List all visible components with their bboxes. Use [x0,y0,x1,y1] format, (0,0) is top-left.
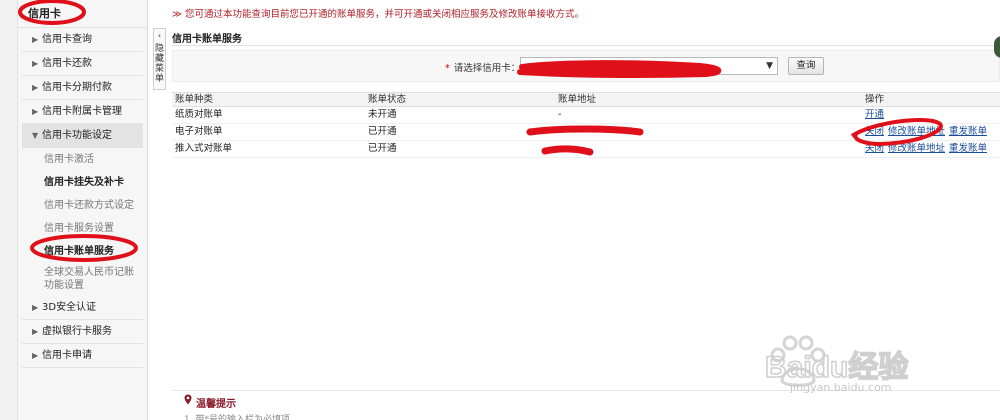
column-header: 账单状态 [365,92,555,107]
sidebar-item-3d-secure[interactable]: ▶ 3D安全认证 [22,296,143,320]
query-button[interactable]: 查询 [788,57,824,75]
triangle-right-icon: ▶ [32,83,39,92]
watermark-brand-text: Baidu经验 [765,350,908,384]
triangle-right-icon: ▶ [32,107,39,116]
query-bar: * 请选择信用卡： ▼ 查询 [172,50,1000,82]
sidebar-item-supplementary-card[interactable]: ▶ 信用卡附属卡管理 [22,100,143,124]
column-header: 账单地址 [555,92,862,107]
card-select-dropdown[interactable]: ▼ [520,57,778,75]
bill-status-cell: 未开通 [365,106,555,124]
sidebar-subitem-activation[interactable]: 信用卡激活 [18,148,147,171]
notice-banner: ≫ 您可通过本功能查询目前您已开通的账单服务，并可开通或关闭相应服务及修改账单接… [172,6,584,20]
column-header: 账单种类 [172,92,365,107]
triangle-right-icon: ▶ [32,303,39,312]
resend-bill-link[interactable]: 重发账单 [949,143,987,154]
left-edge-strip [0,0,18,420]
card-select-label: * 请选择信用卡： [445,63,521,74]
sidebar-item-card-function-settings[interactable]: ▼ 信用卡功能设定 [22,124,143,148]
chevron-left-icon: ‹ [157,31,162,40]
tips-title: 温馨提示 [196,399,236,410]
location-pin-icon [184,394,192,405]
table-row: 推入式对账单 已开通 关闭 修改账单地址 重发账单 [172,140,1000,158]
table-row: 电子对账单 已开通 关闭 修改账单地址 重发账单 [172,123,1000,141]
bill-type-cell: 电子对账单 [172,123,365,141]
double-arrow-icon: ≫ [172,9,182,20]
table-header-row: 账单种类 账单状态 账单地址 操作 [172,92,1000,107]
sidebar-title: 信用卡 [18,0,147,28]
triangle-right-icon: ▶ [32,59,39,68]
floating-widget[interactable] [994,36,1000,58]
triangle-right-icon: ▶ [32,327,39,336]
sidebar: 信用卡 ▶ 信用卡查询 ▶ 信用卡还款 ▶ 信用卡分期付款 ▶ 信用卡附属卡管理 ▼ 信用… [18,0,148,420]
hide-menu-toggle[interactable]: ‹ 隐藏菜单 [153,28,166,90]
sidebar-subitem-bill-service[interactable]: 信用卡账单服务 [18,240,147,263]
caret-down-icon: ▼ [766,61,773,71]
sidebar-subitem-repayment-method[interactable]: 信用卡还款方式设定 [18,194,147,217]
page-title: 信用卡账单服务 [172,34,242,45]
sidebar-subitem-service-settings[interactable]: 信用卡服务设置 [18,217,147,240]
bill-type-cell: 推入式对账单 [172,140,365,158]
sidebar-item-card-query[interactable]: ▶ 信用卡查询 [22,28,143,52]
bill-type-cell: 纸质对账单 [172,106,365,124]
tips-body: 1. 带*号的输入栏为必填项 [184,415,290,420]
sidebar-item-card-repayment[interactable]: ▶ 信用卡还款 [22,52,143,76]
sidebar-item-card-application[interactable]: ▶ 信用卡申请 [22,344,143,368]
close-link[interactable]: 关闭 [865,143,884,154]
bill-status-cell: 已开通 [365,123,555,141]
bill-address-cell: - [555,106,862,124]
sidebar-subitem-global-rmb-settings[interactable]: 全球交易人民币记账功能设置 [18,263,138,296]
sidebar-item-virtual-card[interactable]: ▶ 虚拟银行卡服务 [22,320,143,344]
bill-status-cell: 已开通 [365,140,555,158]
column-header: 操作 [862,92,1000,107]
triangle-right-icon: ▶ [32,351,39,360]
bill-service-table: 账单种类 账单状态 账单地址 操作 纸质对账单 未开通 - 开通 电子对账单 已… [172,92,1000,158]
triangle-down-icon: ▼ [32,131,39,140]
enable-link[interactable]: 开通 [865,109,884,120]
close-link[interactable]: 关闭 [865,126,884,137]
notice-text: 您可通过本功能查询目前您已开通的账单服务，并可开通或关闭相应服务及修改账单接收方… [184,9,584,20]
sidebar-item-installment[interactable]: ▶ 信用卡分期付款 [22,76,143,100]
edit-address-link[interactable]: 修改账单地址 [888,143,945,154]
divider [172,45,1000,46]
resend-bill-link[interactable]: 重发账单 [949,126,987,137]
actions-cell: 关闭 修改账单地址 重发账单 [862,140,1000,158]
sidebar-subitem-loss-report[interactable]: 信用卡挂失及补卡 [18,171,147,194]
table-row: 纸质对账单 未开通 - 开通 [172,106,1000,124]
watermark-url: jingyan.baidu.com [790,381,892,394]
triangle-right-icon: ▶ [32,35,39,44]
bill-address-cell [555,140,862,158]
edit-address-link[interactable]: 修改账单地址 [888,126,945,137]
actions-cell: 开通 [862,106,1000,124]
actions-cell: 关闭 修改账单地址 重发账单 [862,123,1000,141]
bill-address-cell [555,123,862,141]
hide-menu-label: 隐藏菜单 [155,44,165,84]
